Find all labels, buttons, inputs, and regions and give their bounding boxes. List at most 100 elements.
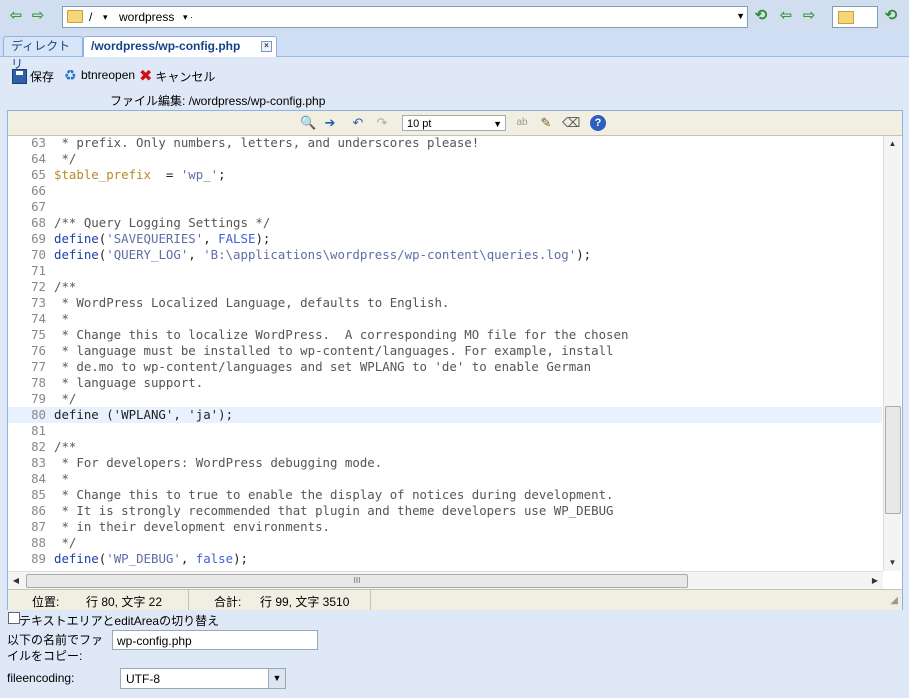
reopen-label: btnreopen xyxy=(81,68,136,82)
code-text: * Change this to true to enable the disp… xyxy=(54,487,613,503)
undo-icon[interactable]: ↶ xyxy=(350,115,366,131)
code-line[interactable]: 67 xyxy=(8,199,882,215)
copy-filename-input[interactable]: wp-config.php xyxy=(112,630,318,650)
editor-toolbar: 🔍 ➔ ↶ ↷ 10 pt ▼ ab ✎ ⌫ ? xyxy=(8,111,902,136)
code-line[interactable]: 77 * de.mo to wp-content/languages and s… xyxy=(8,359,882,375)
path-root: / xyxy=(89,10,93,24)
line-number: 68 xyxy=(31,215,46,230)
code-token: , xyxy=(188,247,204,262)
code-comment: * xyxy=(54,311,69,326)
code-comment: */ xyxy=(54,151,77,166)
path-select[interactable]: / ▾ wordpress ▾ · ▼ xyxy=(62,6,748,28)
folder-select[interactable] xyxy=(832,6,878,28)
file-encoding-select[interactable]: UTF-8 ▼ xyxy=(120,668,286,689)
path-root-dropdown-icon[interactable]: ▾ xyxy=(103,12,108,23)
horizontal-scrollbar[interactable]: ◀ III ▶ xyxy=(8,571,883,589)
code-line[interactable]: 76 * language must be installed to wp-co… xyxy=(8,343,882,359)
code-line[interactable]: 80 define ('WPLANG', 'ja'); xyxy=(8,407,882,423)
search-icon[interactable]: 🔍 xyxy=(300,115,316,131)
reopen-button[interactable]: ♻ btnreopen xyxy=(64,68,135,82)
scroll-right-icon[interactable]: ▶ xyxy=(867,572,883,589)
code-area[interactable]: 63 * prefix. Only numbers, letters, and … xyxy=(8,135,882,571)
font-size-select[interactable]: 10 pt ▼ xyxy=(402,115,506,131)
code-line[interactable]: 78 * language support. xyxy=(8,375,882,391)
line-number: 81 xyxy=(31,423,46,438)
code-text: * xyxy=(54,471,68,487)
vertical-scroll-thumb[interactable] xyxy=(885,406,901,514)
forward-arrow-icon[interactable]: ⇨ xyxy=(30,8,46,23)
history-back-icon[interactable]: ⇦ xyxy=(778,8,794,23)
highlight-toggle-icon[interactable]: ✎ xyxy=(538,115,554,131)
resize-grip-icon[interactable]: ◢ xyxy=(890,595,898,606)
code-text: * prefix. Only numbers, letters, and und… xyxy=(54,135,479,151)
line-number: 67 xyxy=(31,199,46,214)
top-navigation-bar: ⇦ ⇨ / ▾ wordpress ▾ · ▼ ⟲ ⇦ ⇨ ⟲ xyxy=(0,0,909,35)
code-line[interactable]: 73 * WordPress Localized Language, defau… xyxy=(8,295,882,311)
code-line[interactable]: 87 * in their development environments. xyxy=(8,519,882,535)
code-line[interactable]: 75 * Change this to localize WordPress. … xyxy=(8,327,882,343)
history-forward-icon[interactable]: ⇨ xyxy=(801,8,817,23)
close-tab-icon[interactable]: × xyxy=(261,41,272,52)
code-string: 'SAVEQUERIES' xyxy=(106,231,204,246)
code-line[interactable]: 66 xyxy=(8,183,882,199)
code-text: $table_prefix = 'wp_'; xyxy=(54,167,226,183)
line-number: 70 xyxy=(31,247,46,262)
tab-wp-config[interactable]: /wordpress/wp-config.php × xyxy=(83,36,277,57)
code-line[interactable]: 88 */ xyxy=(8,535,882,551)
back-arrow-icon[interactable]: ⇦ xyxy=(8,8,24,23)
tab-directory[interactable]: ディレクトリ xyxy=(3,36,83,71)
tab-wp-config-label: /wordpress/wp-config.php xyxy=(91,39,241,53)
code-line[interactable]: 82 /** xyxy=(8,439,882,455)
code-line[interactable]: 68 /** Query Logging Settings */ xyxy=(8,215,882,231)
code-comment: * prefix. Only numbers, letters, and und… xyxy=(54,135,480,150)
scroll-up-icon[interactable]: ▲ xyxy=(884,136,901,152)
action-bar: 保存 ♻ btnreopen ✖ キャンセル xyxy=(0,62,909,90)
code-line[interactable]: 71 xyxy=(8,263,882,279)
cancel-button[interactable]: ✖ キャンセル xyxy=(139,68,215,85)
code-line[interactable]: 63 * prefix. Only numbers, letters, and … xyxy=(8,135,882,151)
code-line[interactable]: 74 * xyxy=(8,311,882,327)
code-token: , xyxy=(203,231,219,246)
refresh-icon[interactable]: ⟲ xyxy=(753,8,769,23)
save-icon xyxy=(12,69,27,84)
code-line[interactable]: 81 xyxy=(8,423,882,439)
file-encoding-label: fileencoding: xyxy=(7,671,75,685)
code-token: , xyxy=(180,551,196,566)
code-line[interactable]: 65 $table_prefix = 'wp_'; xyxy=(8,167,882,183)
horizontal-scroll-thumb[interactable]: III xyxy=(26,574,688,588)
code-line[interactable]: 89 define('WP_DEBUG', false); xyxy=(8,551,882,567)
code-constant: FALSE xyxy=(218,231,256,246)
code-line[interactable]: 84 * xyxy=(8,471,882,487)
code-comment: /** xyxy=(54,439,77,454)
code-line[interactable]: 69 define('SAVEQUERIES', FALSE); xyxy=(8,231,882,247)
path-folder-dropdown-icon[interactable]: ▾ · xyxy=(183,12,193,23)
tab-strip: ディレクトリ /wordpress/wp-config.php × xyxy=(0,34,909,71)
chevron-down-icon: ▼ xyxy=(268,669,285,688)
save-label: 保存 xyxy=(30,70,55,84)
goto-line-icon[interactable]: ➔ xyxy=(322,115,338,131)
sync-icon[interactable]: ⟲ xyxy=(883,8,899,23)
help-icon[interactable]: ? xyxy=(590,115,606,131)
save-button[interactable]: 保存 xyxy=(12,68,54,85)
eraser-icon[interactable]: ⌫ xyxy=(562,115,580,131)
line-number: 71 xyxy=(31,263,46,278)
code-line[interactable]: 79 */ xyxy=(8,391,882,407)
code-text: * It is strongly recommended that plugin… xyxy=(54,503,613,519)
redo-icon[interactable]: ↷ xyxy=(374,115,390,131)
scroll-down-icon[interactable]: ▼ xyxy=(884,555,901,571)
code-line[interactable]: 64 */ xyxy=(8,151,882,167)
spellcheck-icon[interactable]: ab xyxy=(514,115,530,131)
code-line[interactable]: 70 define('QUERY_LOG', 'B:\applications\w… xyxy=(8,247,882,263)
scroll-left-icon[interactable]: ◀ xyxy=(8,572,24,589)
path-dropdown-icon[interactable]: ▼ xyxy=(736,11,745,21)
code-comment: * in their development environments. xyxy=(54,519,331,534)
code-line[interactable]: 83 * For developers: WordPress debugging… xyxy=(8,455,882,471)
code-text: * Change this to localize WordPress. A c… xyxy=(54,327,628,343)
status-divider xyxy=(188,590,189,610)
code-line[interactable]: 85 * Change this to true to enable the d… xyxy=(8,487,882,503)
code-line[interactable]: 86 * It is strongly recommended that plu… xyxy=(8,503,882,519)
vertical-scrollbar[interactable]: ▲ ▼ xyxy=(883,136,901,571)
code-line[interactable]: 72 /** xyxy=(8,279,882,295)
code-string: 'WP_DEBUG' xyxy=(106,551,181,566)
line-number: 64 xyxy=(31,151,46,166)
